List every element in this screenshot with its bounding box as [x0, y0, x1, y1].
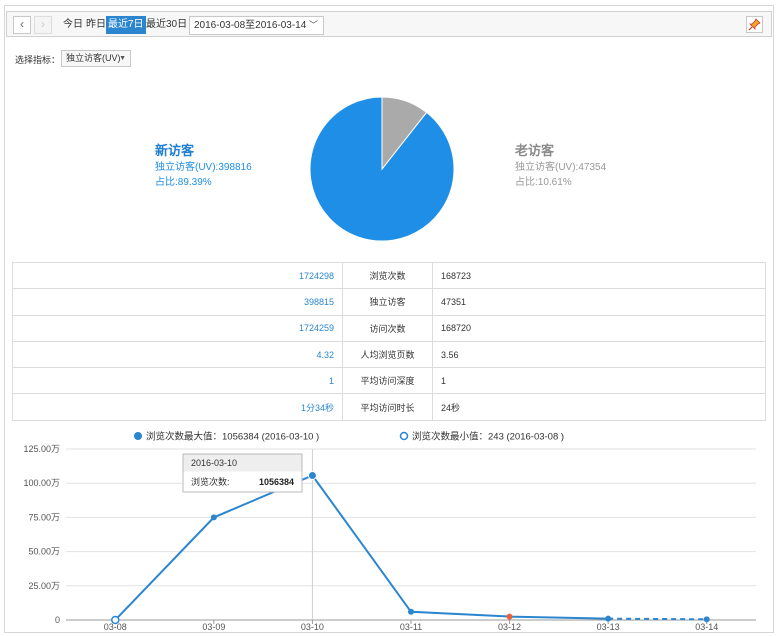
data-point[interactable]: [605, 615, 612, 622]
stats-metric-label: 浏览次数: [342, 261, 433, 290]
stats-row: 398815 独立访客 47351: [12, 288, 766, 316]
pageview-line-chart: 浏览次数最大值：1056384 (2016-03-10 ) 浏览次数最小值：243…: [23, 431, 756, 632]
stats-row: 1 平均访问深度 1: [12, 367, 766, 395]
y-tick-label: 25.00万: [28, 581, 60, 591]
stats-metric-label: 平均访问深度: [342, 367, 433, 395]
stats-new-value: 4.32: [12, 340, 343, 369]
stats-metric-label: 独立访客: [342, 288, 433, 316]
stats-metric-label: 访问次数: [342, 314, 433, 342]
stats-row: 4.32 人均浏览页数 3.56: [12, 340, 766, 369]
data-point[interactable]: [408, 608, 414, 615]
series-line: [114, 474, 609, 621]
y-tick-label: 125.00万: [23, 444, 60, 454]
stats-new-value: 1分34秒: [12, 393, 343, 421]
stats-old-value: 1: [432, 367, 766, 395]
y-tick-label: 100.00万: [23, 478, 60, 488]
stats-row: 1分34秒 平均访问时长 24秒: [12, 393, 766, 421]
tooltip-label: 浏览次数:: [191, 476, 230, 487]
data-point[interactable]: [703, 616, 710, 623]
stats-new-value: 398815: [12, 288, 343, 316]
data-point-max[interactable]: [307, 470, 317, 480]
x-tick-label: 03-12: [498, 622, 521, 632]
y-tick-label: 75.00万: [28, 512, 60, 522]
data-point[interactable]: [210, 514, 217, 521]
visitor-pie-chart: [309, 96, 455, 242]
stats-table: 1724298 浏览次数 168723 398815 独立访客 47351 1724259 访…: [12, 261, 766, 421]
data-point-highlight[interactable]: [506, 613, 513, 620]
stats-new-value: 1724298: [12, 261, 343, 290]
stats-old-value: 47351: [432, 288, 766, 316]
stats-new-value: 1724259: [12, 314, 343, 342]
tooltip-date: 2016-03-10: [191, 458, 237, 468]
series-line-forecast: [608, 617, 707, 621]
legend-max-label: 浏览次数最大值：1056384 (2016-03-10 ): [146, 431, 319, 443]
legend-min-marker: [399, 431, 409, 441]
x-tick-label: 03-13: [597, 622, 620, 632]
x-tick-label: 03-14: [695, 622, 718, 632]
x-tick-label: 03-09: [202, 622, 225, 632]
y-tick-label: 0: [55, 615, 60, 625]
tooltip-value: 1056384: [259, 477, 294, 487]
x-tick-label: 03-10: [301, 622, 324, 632]
stats-old-value: 168723: [432, 261, 766, 290]
stats-metric-label: 人均浏览页数: [342, 340, 433, 369]
data-point-min[interactable]: [111, 615, 120, 625]
stats-new-value: 1: [12, 367, 343, 395]
legend-min-label: 浏览次数最小值：243 (2016-03-08 ): [412, 431, 564, 443]
y-tick-label: 50.00万: [28, 547, 60, 557]
x-tick-label: 03-11: [400, 622, 422, 632]
stats-old-value: 168720: [432, 314, 766, 342]
stats-metric-label: 平均访问时长: [342, 393, 433, 421]
legend-max-marker: [134, 432, 142, 440]
stats-row: 1724298 浏览次数 168723: [12, 261, 766, 290]
stats-old-value: 3.56: [432, 340, 766, 369]
stats-old-value: 24秒: [432, 393, 766, 421]
stats-row: 1724259 访问次数 168720: [12, 314, 766, 342]
